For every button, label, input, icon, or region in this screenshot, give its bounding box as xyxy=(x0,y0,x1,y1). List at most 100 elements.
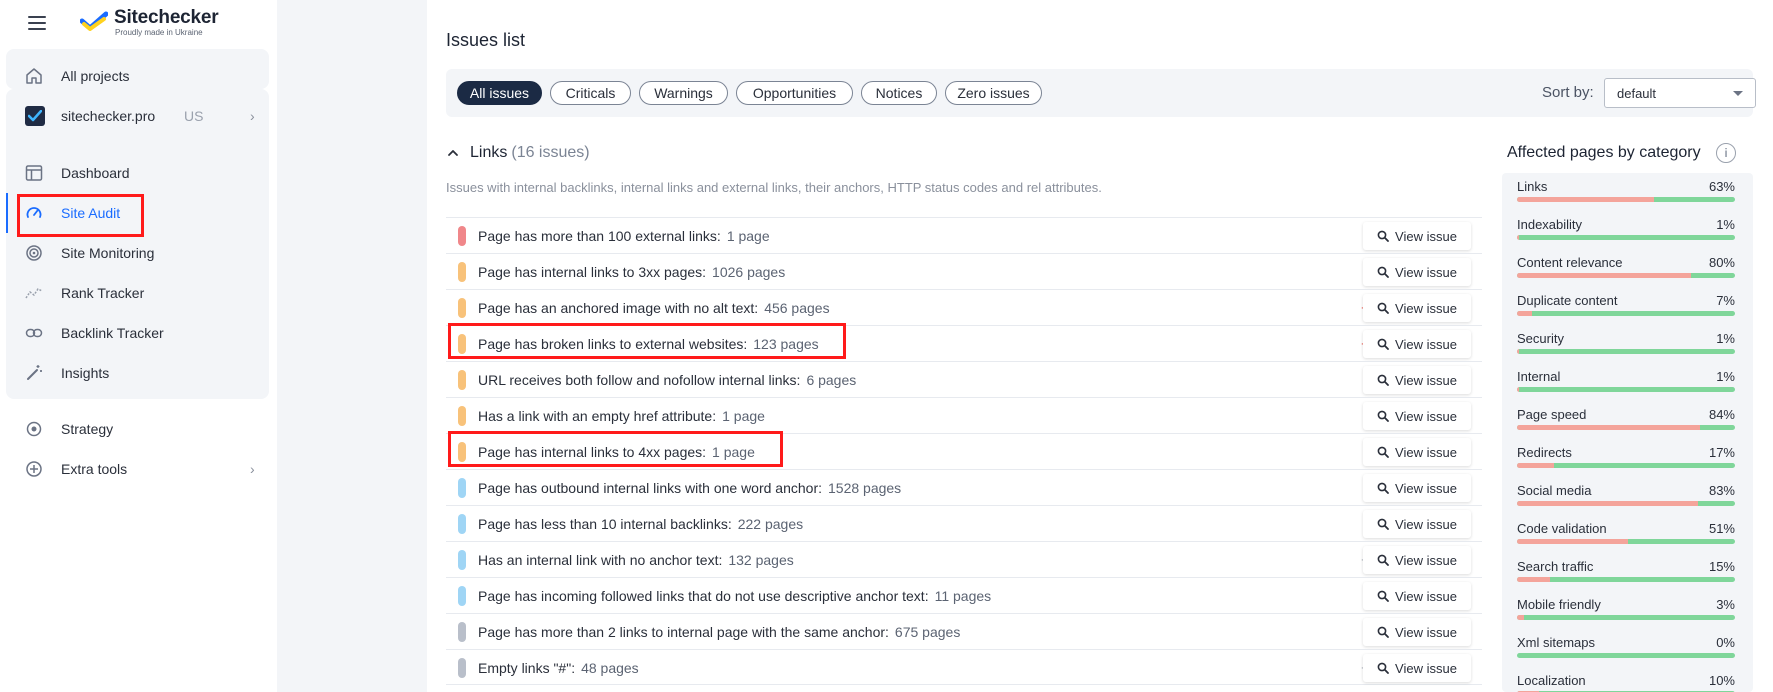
sort-value: default xyxy=(1617,86,1657,101)
section-toggle-links[interactable]: Links (16 issues) xyxy=(446,143,590,163)
issue-row: Page has less than 10 internal backlinks… xyxy=(446,505,1482,541)
view-issue-label: View issue xyxy=(1395,480,1457,496)
category-bar xyxy=(1517,197,1735,202)
issue-count: 1 page xyxy=(712,444,755,460)
category-bar-fill xyxy=(1517,387,1520,392)
view-issue-button[interactable]: View issue xyxy=(1363,438,1471,466)
category-percent: 84% xyxy=(1708,407,1735,422)
category-percent: 7% xyxy=(1716,293,1735,308)
category-item[interactable]: Links 63% xyxy=(1517,173,1735,211)
issue-row: Page has more than 100 external links: 1 … xyxy=(446,217,1482,253)
category-percent: 17% xyxy=(1708,445,1735,460)
category-bar-fill xyxy=(1517,463,1555,468)
category-bar xyxy=(1517,653,1735,658)
sidebar-item-rank-tracker[interactable]: Rank Tracker xyxy=(6,275,263,311)
issue-title: Page has outbound internal links with on… xyxy=(478,480,822,496)
sidebar-item-strategy[interactable]: Strategy xyxy=(6,411,263,447)
category-name: Internal xyxy=(1517,369,1561,384)
category-percent: 10% xyxy=(1708,673,1735,688)
search-icon xyxy=(1377,446,1389,458)
issue-label: Page has internal links to 4xx pages: 1 p… xyxy=(478,444,755,460)
view-issue-button[interactable]: View issue xyxy=(1363,510,1471,538)
issue-title: Page has more than 2 links to internal p… xyxy=(478,624,889,640)
sidebar-item-all-projects[interactable]: All projects xyxy=(6,58,263,94)
view-issue-label: View issue xyxy=(1395,660,1457,676)
sitechecker-logo-icon[interactable] xyxy=(80,11,108,33)
view-issue-button[interactable]: View issue xyxy=(1363,294,1471,322)
search-icon xyxy=(1377,266,1389,278)
category-item[interactable]: Mobile friendly 3% xyxy=(1517,591,1735,629)
category-percent: 15% xyxy=(1708,559,1735,574)
view-issue-button[interactable]: View issue xyxy=(1363,402,1471,430)
sidebar-item-project[interactable]: sitechecker.pro US › xyxy=(6,98,263,134)
severity-indicator xyxy=(458,586,466,606)
sidebar-item-insights[interactable]: Insights xyxy=(6,355,263,391)
view-issue-label: View issue xyxy=(1395,624,1457,640)
category-name: Redirects xyxy=(1517,445,1572,460)
view-issue-button[interactable]: View issue xyxy=(1363,366,1471,394)
sort-select[interactable]: default xyxy=(1604,78,1756,108)
issue-label: Page has outbound internal links with on… xyxy=(478,480,901,496)
view-issue-button[interactable]: View issue xyxy=(1363,474,1471,502)
category-item[interactable]: Internal 1% xyxy=(1517,363,1735,401)
sidebar-item-site-monitoring[interactable]: Site Monitoring xyxy=(6,235,263,271)
home-icon xyxy=(24,66,44,86)
plus-circle-icon xyxy=(24,459,44,479)
category-bar xyxy=(1517,273,1735,278)
category-percent: 83% xyxy=(1708,483,1735,498)
severity-indicator xyxy=(458,406,466,426)
search-icon xyxy=(1377,590,1389,602)
issue-label: Page has more than 2 links to internal p… xyxy=(478,624,960,640)
search-icon xyxy=(1377,662,1389,674)
brand-name[interactable]: Sitechecker xyxy=(114,7,219,29)
filter-notices[interactable]: Notices xyxy=(861,81,937,105)
sidebar-item-extra-tools[interactable]: Extra tools › xyxy=(6,451,263,487)
view-issue-button[interactable]: View issue xyxy=(1363,582,1471,610)
info-icon[interactable]: i xyxy=(1716,143,1736,163)
search-icon xyxy=(1377,338,1389,350)
target-icon xyxy=(24,419,44,439)
category-bar-fill xyxy=(1517,197,1655,202)
issue-count: 1026 pages xyxy=(712,264,786,280)
filter-all-issues[interactable]: All issues xyxy=(457,81,542,105)
view-issue-button[interactable]: View issue xyxy=(1363,258,1471,286)
category-item[interactable]: Content relevance 80% xyxy=(1517,249,1735,287)
page-title: Issues list xyxy=(446,30,526,50)
sidebar-item-site-audit[interactable]: Site Audit xyxy=(6,195,263,231)
category-name: Security xyxy=(1517,331,1564,346)
category-item[interactable]: Page speed 84% xyxy=(1517,401,1735,439)
category-item[interactable]: Code validation 51% xyxy=(1517,515,1735,553)
issue-count: 123 pages xyxy=(753,336,819,352)
category-item[interactable]: Xml sitemaps 0% xyxy=(1517,629,1735,667)
category-item[interactable]: Search traffic 15% xyxy=(1517,553,1735,591)
issue-row: Page has internal links to 4xx pages: 1 p… xyxy=(446,431,1482,469)
category-item[interactable]: Duplicate content 7% xyxy=(1517,287,1735,325)
category-item[interactable]: Social media 83% xyxy=(1517,477,1735,515)
view-issue-button[interactable]: View issue xyxy=(1363,654,1471,682)
category-item[interactable]: Indexability 1% xyxy=(1517,211,1735,249)
affected-title: Affected pages by category xyxy=(1507,144,1701,161)
view-issue-button[interactable]: View issue xyxy=(1363,546,1471,574)
section-title: Links xyxy=(470,144,508,161)
issue-row: Page has an anchored image with no alt t… xyxy=(446,289,1482,325)
filter-opportunities[interactable]: Opportunities xyxy=(736,81,853,105)
filter-criticals[interactable]: Criticals xyxy=(550,81,631,105)
filter-warnings[interactable]: Warnings xyxy=(639,81,728,105)
category-panel: Links 63% Indexability 1% Content relevance 8… xyxy=(1502,173,1753,692)
menu-icon[interactable] xyxy=(28,16,46,30)
category-item[interactable]: Localization 10% xyxy=(1517,667,1735,692)
filter-zero-issues[interactable]: Zero issues xyxy=(945,81,1042,105)
view-issue-button[interactable]: View issue xyxy=(1363,618,1471,646)
category-item[interactable]: Redirects 17% xyxy=(1517,439,1735,477)
issue-title: Has a link with an empty href attribute: xyxy=(478,408,717,424)
category-percent: 51% xyxy=(1708,521,1735,536)
sidebar-item-dashboard[interactable]: Dashboard xyxy=(6,155,263,191)
view-issue-button[interactable]: View issue xyxy=(1363,222,1471,250)
category-bar xyxy=(1517,311,1735,316)
search-icon xyxy=(1377,230,1389,242)
sidebar-item-backlink-tracker[interactable]: Backlink Tracker xyxy=(6,315,263,351)
issue-row: Page has internal links to 3xx pages: 102… xyxy=(446,253,1482,289)
category-item[interactable]: Security 1% xyxy=(1517,325,1735,363)
issue-title: Page has incoming followed links that do… xyxy=(478,588,929,604)
view-issue-button[interactable]: View issue xyxy=(1363,330,1471,358)
